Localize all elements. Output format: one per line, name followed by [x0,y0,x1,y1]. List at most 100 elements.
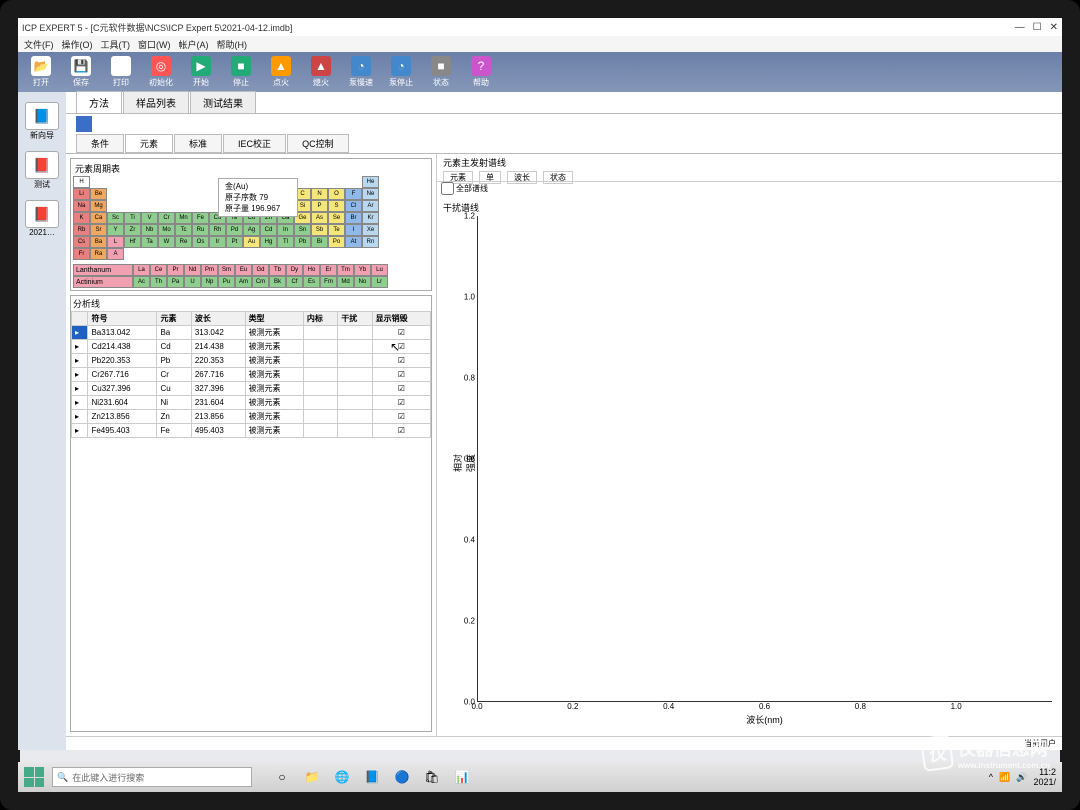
menu-operation[interactable]: 操作(O) [62,38,93,51]
tab-results[interactable]: 测试结果 [190,91,256,113]
taskbar-edge[interactable]: 🌐 [330,766,354,788]
tray-volume-icon[interactable]: 🔊 [1016,772,1027,783]
element-Hg[interactable]: Hg [260,236,277,248]
element-Zr[interactable]: Zr [124,224,141,236]
element-No[interactable]: No [354,276,371,288]
analysis-row-Ba[interactable]: ▸Ba313.042Ba313.042被测元素☑ [72,326,431,340]
element-Cf[interactable]: Cf [286,276,303,288]
element-Ba[interactable]: Ba [90,236,107,248]
sidebar-新向导[interactable]: 📘 [25,102,59,130]
element-Cm[interactable]: Cm [252,276,269,288]
element-La[interactable]: La [133,264,150,276]
element-Pm[interactable]: Pm [201,264,218,276]
analysis-row-Cd[interactable]: ▸Cd214.438Cd214.438被测元素☑ [72,340,431,354]
element-Mo[interactable]: Mo [158,224,175,236]
tray-up-icon[interactable]: ^ [989,772,993,782]
toolbtn-熄火[interactable]: ▲熄火 [304,56,338,88]
element-Re[interactable]: Re [175,236,192,248]
element-Cd[interactable]: Cd [260,224,277,236]
element-Pu[interactable]: Pu [218,276,235,288]
element-U[interactable]: U [184,276,201,288]
sidebar-测试[interactable]: 📕 [25,151,59,179]
tab-method[interactable]: 方法 [76,91,122,113]
analysis-row-Ni[interactable]: ▸Ni231.604Ni231.604被测元素☑ [72,396,431,410]
element-Eu[interactable]: Eu [235,264,252,276]
element-K[interactable]: K [73,212,90,224]
element-Pr[interactable]: Pr [167,264,184,276]
taskbar-cortana[interactable]: ○ [270,766,294,788]
element-Sb[interactable]: Sb [311,224,328,236]
close-icon[interactable]: ✕ [1050,22,1058,33]
subtab-standards[interactable]: 标准 [174,134,222,153]
menu-tools[interactable]: 工具(T) [101,38,131,51]
element-Ce[interactable]: Ce [150,264,167,276]
element-W[interactable]: W [158,236,175,248]
element-Th[interactable]: Th [150,276,167,288]
save-icon[interactable] [76,116,92,132]
subtab-conditions[interactable]: 条件 [76,134,124,153]
element-H[interactable]: H [73,176,90,188]
element-Mn[interactable]: Mn [175,212,192,224]
analysis-row-Fe[interactable]: ▸Fe495.403Fe495.403被测元素☑ [72,424,431,438]
toolbtn-开始[interactable]: ▶开始 [184,56,218,88]
toolbtn-初始化[interactable]: ◎初始化 [144,56,178,88]
element-P[interactable]: P [311,200,328,212]
all-lines-checkbox[interactable]: 全部谱线 [437,182,1062,195]
element-Sn[interactable]: Sn [294,224,311,236]
element-Er[interactable]: Er [320,264,337,276]
element-Sr[interactable]: Sr [90,224,107,236]
element-Sc[interactable]: Sc [107,212,124,224]
element-Ag[interactable]: Ag [243,224,260,236]
element-Fe[interactable]: Fe [192,212,209,224]
taskbar-icp[interactable]: 📊 [450,766,474,788]
element-Ne[interactable]: Ne [362,188,379,200]
element-He[interactable]: He [362,176,379,188]
toolbtn-打开[interactable]: 📂打开 [24,56,58,88]
element-Ta[interactable]: Ta [141,236,158,248]
element-As[interactable]: As [311,212,328,224]
element-Cl[interactable]: Cl [345,200,362,212]
element-Ho[interactable]: Ho [303,264,320,276]
start-button[interactable] [24,767,44,787]
menu-file[interactable]: 文件(F) [24,38,54,51]
element-Pd[interactable]: Pd [226,224,243,236]
element-Ra[interactable]: Ra [90,248,107,260]
element-Ac[interactable]: Ac [133,276,150,288]
taskbar-explorer[interactable]: 📁 [300,766,324,788]
element-Ar[interactable]: Ar [362,200,379,212]
periodic-table[interactable]: 金(Au) 原子序数 79 原子量 196.967 HHeLiBeBCNOFNe… [73,176,429,260]
element-Y[interactable]: Y [107,224,124,236]
plot-area[interactable] [477,216,1052,702]
element-I[interactable]: I [345,224,362,236]
element-Np[interactable]: Np [201,276,218,288]
element-Ru[interactable]: Ru [192,224,209,236]
taskbar-app1[interactable]: 📘 [360,766,384,788]
analysis-row-Zn[interactable]: ▸Zn213.856Zn213.856被测元素☑ [72,410,431,424]
element-Ti[interactable]: Ti [124,212,141,224]
tray-wifi-icon[interactable]: 📶 [999,772,1010,783]
taskbar-store[interactable]: 🛍 [420,766,444,788]
element-Pb[interactable]: Pb [294,236,311,248]
element-Fr[interactable]: Fr [73,248,90,260]
element-Tb[interactable]: Tb [269,264,286,276]
element-Md[interactable]: Md [337,276,354,288]
menu-help[interactable]: 帮助(H) [217,38,248,51]
element-Na[interactable]: Na [73,200,90,212]
element-Pt[interactable]: Pt [226,236,243,248]
element-Os[interactable]: Os [192,236,209,248]
toolbtn-泵慢速[interactable]: ◔泵慢速 [344,56,378,88]
element-Br[interactable]: Br [345,212,362,224]
tab-samples[interactable]: 样品列表 [123,91,189,113]
element-Nb[interactable]: Nb [141,224,158,236]
element-Yb[interactable]: Yb [354,264,371,276]
element-Li[interactable]: Li [73,188,90,200]
date[interactable]: 2021/ [1033,777,1056,787]
element-F[interactable]: F [345,188,362,200]
element-Mg[interactable]: Mg [90,200,107,212]
element-Am[interactable]: Am [235,276,252,288]
element-Sm[interactable]: Sm [218,264,235,276]
element-Pa[interactable]: Pa [167,276,184,288]
subtab-elements[interactable]: 元素 [125,134,173,153]
element-V[interactable]: V [141,212,158,224]
toolbtn-保存[interactable]: 💾保存 [64,56,98,88]
